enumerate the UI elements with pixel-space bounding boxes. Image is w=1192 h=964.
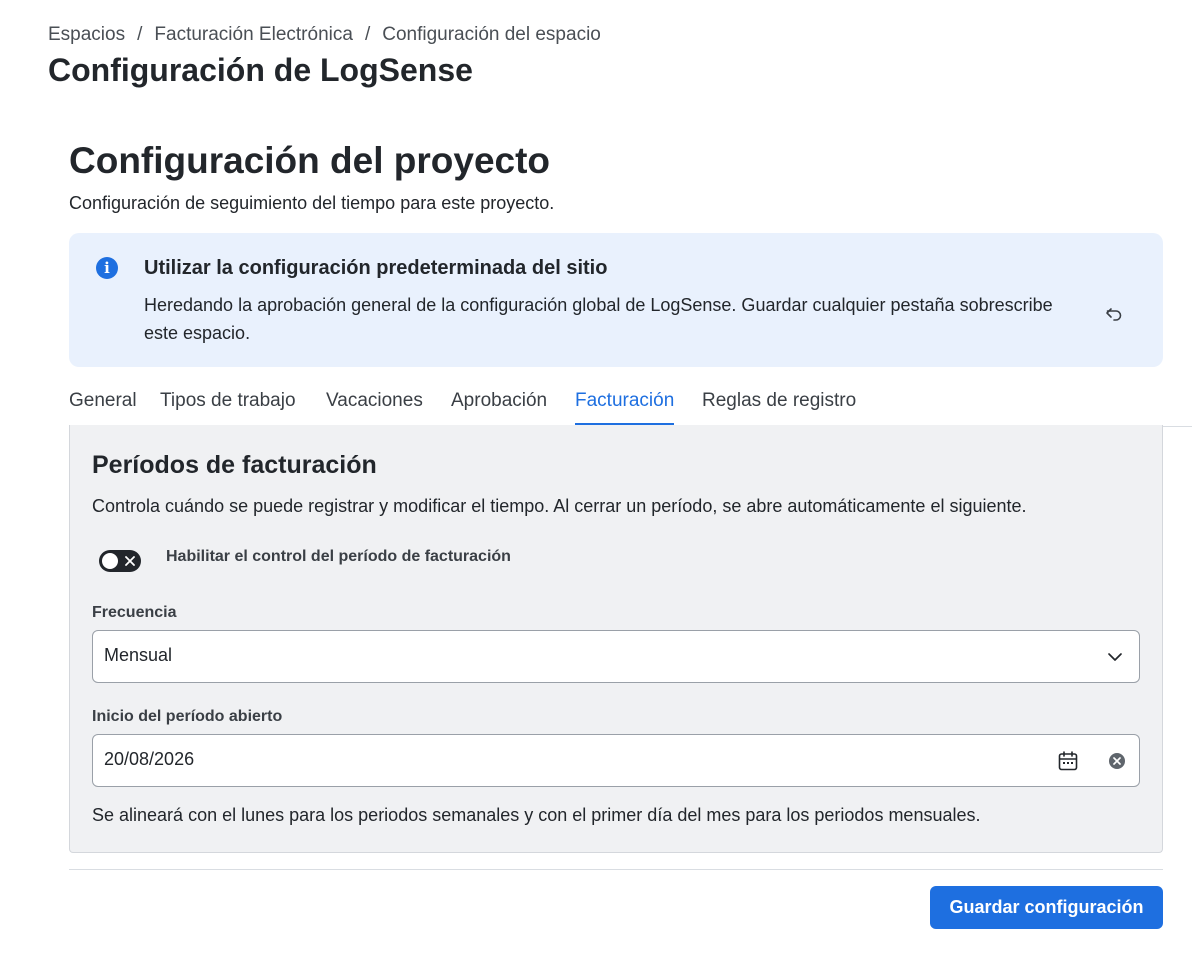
save-button[interactable]: Guardar configuración [930,886,1163,929]
frequency-label: Frecuencia [92,604,177,621]
breadcrumb: Espacios / Facturación Electrónica / Con… [48,24,601,46]
project-subtitle: Configuración de seguimiento del tiempo … [69,193,555,213]
breadcrumb-separator: / [137,24,143,45]
tab-general[interactable]: General [69,390,137,425]
helper-text: Se alineará con el lunes para los period… [92,805,981,825]
info-banner: i Utilizar la configuración predetermina… [69,233,1163,367]
tab-facturacion[interactable]: Facturación [575,390,675,425]
undo-icon[interactable] [1105,305,1123,323]
info-icon: i [96,257,118,279]
divider [69,869,1163,870]
breadcrumb-item-facturacion[interactable]: Facturación Electrónica [154,24,353,46]
info-text: Heredando la aprobación general de la co… [144,295,1053,343]
start-date-value: 20/08/2026 [104,749,195,769]
page-title: Configuración de LogSense [48,52,473,88]
start-date-label: Inicio del período abierto [92,708,283,725]
panel-title: Períodos de facturación [92,451,377,479]
close-icon [125,556,135,566]
toggle-label: Habilitar el control del período de fact… [166,548,511,565]
tab-aprobacion[interactable]: Aprobación [451,390,547,425]
billing-period-toggle[interactable] [99,550,141,572]
chevron-down-icon [1108,653,1122,661]
billing-periods-panel: Períodos de facturación Controla cuándo … [69,425,1163,853]
breadcrumb-separator: / [364,24,371,45]
frequency-select[interactable]: Mensual [92,630,1140,683]
breadcrumb-item-current: Configuración del espacio [382,24,601,45]
clear-icon[interactable] [1108,752,1126,770]
project-title: Configuración del proyecto [69,140,551,181]
calendar-icon[interactable] [1057,750,1079,772]
panel-description: Controla cuándo se puede registrar y mod… [92,496,1027,516]
tab-tipos-de-trabajo[interactable]: Tipos de trabajo [160,390,296,425]
frequency-value: Mensual [104,645,173,665]
page: Espacios / Facturación Electrónica / Con… [0,0,1192,964]
info-title: Utilizar la configuración predeterminada… [144,257,608,279]
tab-reglas-de-registro[interactable]: Reglas de registro [702,390,856,425]
start-date-input[interactable]: 20/08/2026 [92,734,1140,787]
tab-bar: General Tipos de trabajo Vacaciones Apro… [69,390,1192,427]
toggle-knob [102,553,118,569]
tab-vacaciones[interactable]: Vacaciones [326,390,423,425]
breadcrumb-item-espacios[interactable]: Espacios [48,24,125,46]
